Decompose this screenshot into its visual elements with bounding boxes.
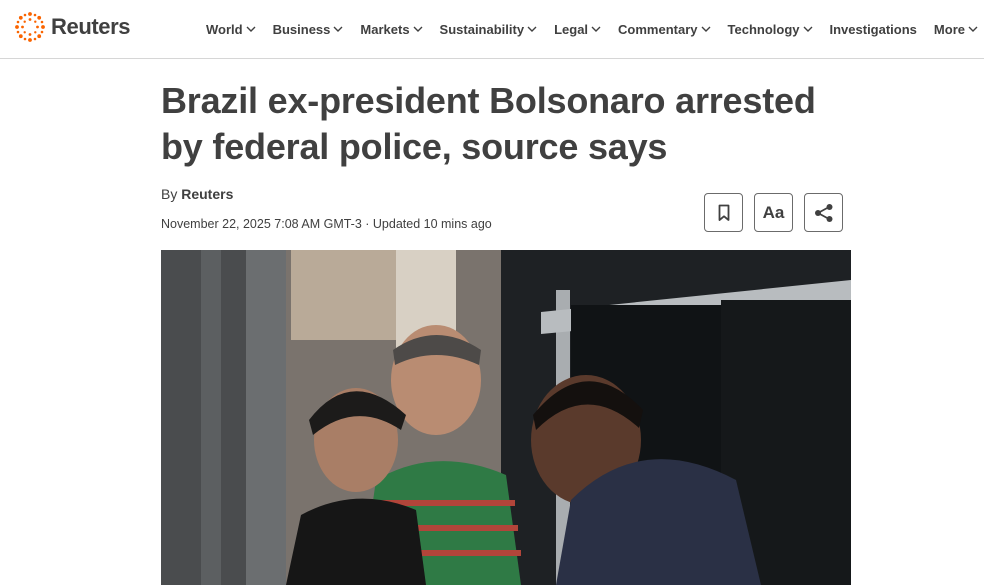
text-size-button[interactable]: Aa <box>754 193 793 232</box>
nav-item-world[interactable]: World <box>206 22 256 37</box>
nav-item-label: Technology <box>727 21 800 37</box>
main-nav: World Business Markets Sustainability Le… <box>206 0 984 58</box>
reuters-logo-icon <box>15 12 45 42</box>
share-icon <box>814 203 832 222</box>
nav-item-business[interactable]: Business <box>273 22 344 37</box>
chevron-down-icon <box>968 26 978 32</box>
chevron-down-icon <box>246 26 256 32</box>
byline-prefix: By <box>161 186 178 202</box>
byline: By Reuters <box>161 186 233 202</box>
chevron-down-icon <box>413 26 423 32</box>
chevron-down-icon <box>527 26 537 32</box>
nav-item-label: More <box>933 21 965 37</box>
reuters-wordmark: Reuters <box>51 14 131 39</box>
nav-item-more[interactable]: More <box>934 22 978 37</box>
nav-item-commentary[interactable]: Commentary <box>618 21 711 37</box>
site-header: Reuters World Business Markets Sustainab… <box>0 0 984 59</box>
nav-item-label: Commentary <box>618 21 698 37</box>
nav-item-label: Legal <box>554 21 589 37</box>
chevron-down-icon <box>591 26 601 32</box>
nav-item-markets[interactable]: Markets <box>360 21 423 37</box>
article-dateline: November 22, 2025 7:08 AM GMT-3 · Update… <box>161 217 492 231</box>
bookmark-button[interactable] <box>704 193 743 232</box>
nav-item-label: Investigations <box>829 21 917 37</box>
chevron-down-icon <box>701 26 711 32</box>
nav-item-label: Sustainability <box>439 21 525 37</box>
nav-item-label: Business <box>272 21 331 37</box>
share-button[interactable] <box>804 193 843 232</box>
nav-item-sustainability[interactable]: Sustainability <box>440 22 538 37</box>
nav-item-investigations[interactable]: Investigations <box>830 22 917 37</box>
article-lead-photo[interactable] <box>161 250 851 585</box>
photo-image <box>161 250 851 585</box>
bookmark-icon <box>718 204 729 221</box>
nav-item-legal[interactable]: Legal <box>554 22 601 37</box>
chevron-down-icon <box>803 26 812 32</box>
article-tools: Aa <box>704 193 843 232</box>
article-header: Brazil ex-president Bolsonaro arrested b… <box>161 78 851 170</box>
chevron-down-icon <box>333 26 343 32</box>
nav-item-technology[interactable]: Technology <box>728 22 813 37</box>
text-size-label: Aa <box>762 202 785 222</box>
nav-item-label: Markets <box>360 21 410 37</box>
reuters-logo[interactable]: Reuters <box>14 11 131 43</box>
nav-item-label: World <box>206 21 243 37</box>
author-link[interactable]: Reuters <box>181 186 233 202</box>
article-headline: Brazil ex-president Bolsonaro arrested b… <box>161 80 816 167</box>
